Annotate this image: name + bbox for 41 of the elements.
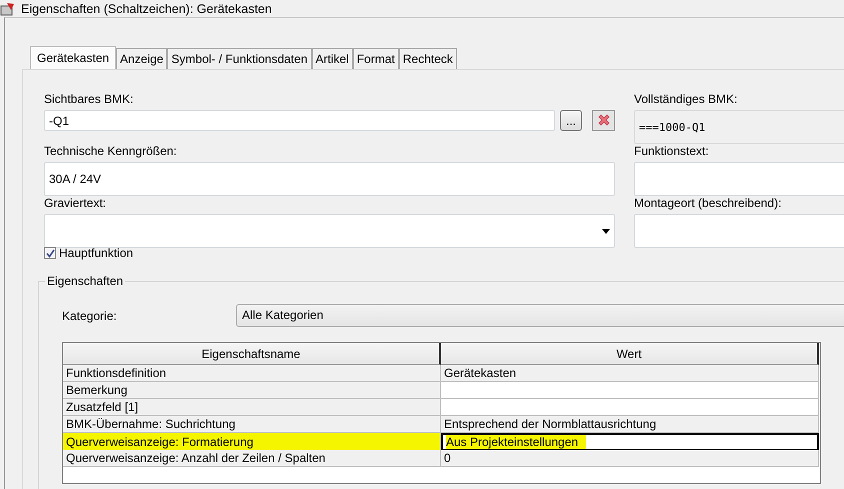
tab[interactable]: Rechteck <box>398 48 457 69</box>
table-cell[interactable]: Entsprechend der Normblattausrichtung <box>441 416 819 433</box>
table-cell[interactable] <box>441 399 819 416</box>
dropdown-field[interactable] <box>44 214 615 248</box>
field-label: Funktionstext: <box>634 144 710 159</box>
input-field[interactable] <box>634 214 844 248</box>
tab[interactable]: Format <box>352 48 399 69</box>
checkbox[interactable] <box>44 247 56 259</box>
field-label: Graviertext: <box>44 196 108 211</box>
input-field[interactable]: 30A / 24V <box>44 162 615 196</box>
delete-icon <box>596 114 610 128</box>
table-cell[interactable]: BMK-Übernahme: Suchrichtung <box>63 416 441 433</box>
table-cell[interactable]: 0 <box>441 450 819 467</box>
category-label: Kategorie: <box>62 308 118 322</box>
browse-button[interactable]: ... <box>560 110 582 131</box>
table-cell[interactable]: Gerätekasten <box>441 365 819 382</box>
group-title: Eigenschaften <box>45 274 126 288</box>
table-cell[interactable]: Querverweisanzeige: Anzahl der Zeilen / Spalten <box>63 450 441 467</box>
field-label: Sichtbares BMK: <box>44 92 134 107</box>
table-cell[interactable] <box>441 382 819 399</box>
input-field[interactable] <box>634 162 844 196</box>
tab[interactable]: Gerätekasten <box>30 46 116 69</box>
table-cell[interactable]: Querverweisanzeige: Formatierung <box>63 433 441 451</box>
table-cell[interactable]: Aus Projekteinstellungen <box>441 433 819 451</box>
input-field[interactable]: -Q1 <box>44 110 555 131</box>
column-header[interactable]: Eigenschaftsname <box>63 343 441 365</box>
field-label: Technische Kenngrößen: <box>44 144 178 159</box>
window-title: Eigenschaften (Schaltzeichen): Gerätekasten <box>21 2 272 16</box>
field-label: Montageort (beschreibend): <box>634 196 782 211</box>
tab[interactable]: Symbol- / Funktionsdaten <box>167 48 312 69</box>
tab[interactable]: Anzeige <box>116 48 168 69</box>
tab[interactable]: Artikel <box>312 48 353 69</box>
delete-button[interactable] <box>592 110 615 131</box>
table-cell[interactable]: Funktionsdefinition <box>63 365 441 382</box>
table-cell[interactable]: Bemerkung <box>63 382 441 399</box>
checkbox-label: Hauptfunktion <box>59 246 134 260</box>
column-header[interactable]: Wert <box>441 343 819 365</box>
category-dropdown[interactable]: Alle Kategorien <box>236 304 844 327</box>
table-cell[interactable]: Zusatzfeld [1] <box>63 399 441 416</box>
dropdown-arrow-icon <box>602 228 610 234</box>
field-label: Vollständiges BMK: <box>634 92 738 107</box>
